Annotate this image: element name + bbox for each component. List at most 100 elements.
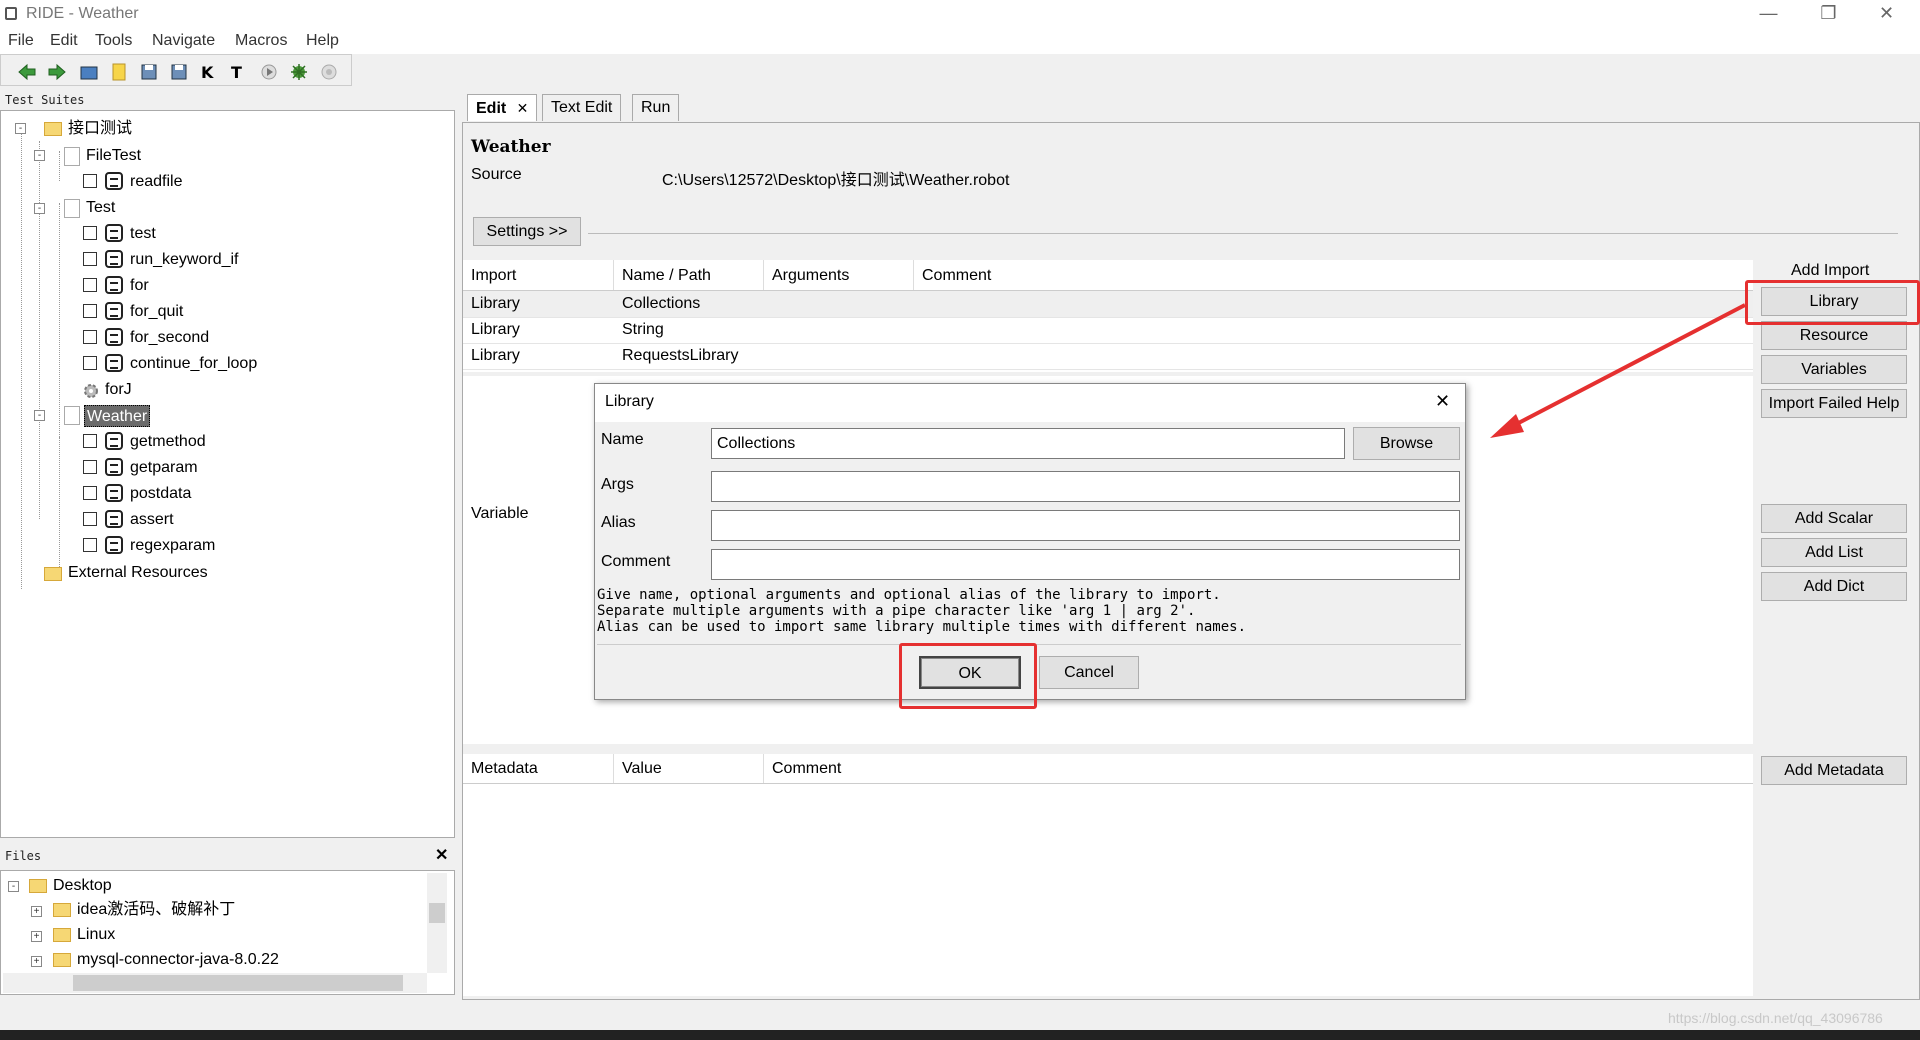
args-input[interactable]: [711, 471, 1460, 502]
test-checkbox[interactable]: [83, 226, 97, 240]
menu-tools[interactable]: Tools: [95, 32, 132, 50]
test-checkbox[interactable]: [83, 460, 97, 474]
collapse-toggle[interactable]: -: [34, 410, 45, 421]
keyword-forj[interactable]: forJ: [105, 379, 132, 401]
import-type[interactable]: Library: [471, 347, 520, 365]
save-all-icon[interactable]: [169, 62, 189, 82]
test-getparam[interactable]: getparam: [130, 457, 198, 479]
add-metadata-button[interactable]: Add Metadata: [1761, 756, 1907, 785]
import-name[interactable]: RequestsLibrary: [622, 347, 739, 365]
collapse-toggle[interactable]: -: [34, 150, 45, 161]
test-checkbox[interactable]: [83, 304, 97, 318]
tree-root-suite[interactable]: 接口测试: [68, 118, 132, 140]
test-test[interactable]: test: [130, 223, 156, 245]
browse-button[interactable]: Browse: [1353, 427, 1460, 460]
keyword-search-icon[interactable]: K: [199, 62, 219, 82]
alias-input[interactable]: [711, 510, 1460, 541]
test-checkbox[interactable]: [83, 278, 97, 292]
test-assert[interactable]: assert: [130, 509, 174, 531]
add-scalar-button[interactable]: Add Scalar: [1761, 504, 1907, 533]
file-item-mysql[interactable]: mysql-connector-java-8.0.22: [77, 949, 279, 971]
field-label-name: Name: [601, 431, 644, 448]
add-dict-button[interactable]: Add Dict: [1761, 572, 1907, 601]
menu-navigate[interactable]: Navigate: [152, 32, 215, 50]
collapse-toggle[interactable]: -: [34, 203, 45, 214]
file-item-idea[interactable]: idea激活码、破解补丁: [77, 899, 235, 921]
external-resources[interactable]: External Resources: [68, 562, 208, 584]
test-for-quit[interactable]: for_quit: [130, 301, 183, 323]
test-for[interactable]: for: [130, 275, 149, 297]
suite-test[interactable]: Test: [86, 197, 115, 219]
menu-macros[interactable]: Macros: [235, 32, 287, 50]
metadata-header-value: Value: [622, 760, 662, 777]
folder-icon: [53, 928, 71, 942]
vertical-scrollbar[interactable]: [427, 873, 447, 973]
import-failed-help-button[interactable]: Import Failed Help: [1761, 389, 1907, 418]
suite-weather-selected[interactable]: Weather: [84, 405, 151, 427]
test-for-second[interactable]: for_second: [130, 327, 209, 349]
comment-input[interactable]: [711, 549, 1460, 580]
tab-run[interactable]: Run: [632, 94, 680, 121]
test-readfile[interactable]: readfile: [130, 171, 182, 193]
horizontal-scrollbar[interactable]: [3, 973, 427, 993]
open-folder-icon[interactable]: [79, 62, 99, 82]
test-suites-tree: - 接口测试 - FileTest readfile - Test test r…: [0, 110, 455, 838]
test-checkbox[interactable]: [83, 330, 97, 344]
import-type[interactable]: Library: [471, 295, 520, 313]
resource-button[interactable]: Resource: [1761, 321, 1907, 350]
collapse-toggle[interactable]: -: [15, 123, 26, 134]
test-checkbox[interactable]: [83, 512, 97, 526]
expand-toggle[interactable]: +: [31, 906, 42, 917]
test-case-icon: [105, 432, 123, 450]
file-item-desktop[interactable]: Desktop: [53, 875, 112, 897]
expand-toggle[interactable]: +: [31, 931, 42, 942]
tab-text-edit[interactable]: Text Edit: [542, 94, 622, 121]
forward-arrow-icon[interactable]: [47, 62, 67, 82]
library-name-input[interactable]: Collections: [711, 428, 1345, 459]
save-icon[interactable]: [139, 62, 159, 82]
test-checkbox[interactable]: [83, 356, 97, 370]
close-window-button[interactable]: ✕: [1858, 0, 1915, 29]
restore-button[interactable]: ❐: [1800, 0, 1857, 29]
cancel-button[interactable]: Cancel: [1039, 656, 1139, 689]
test-postdata[interactable]: postdata: [130, 483, 191, 505]
test-regexparam[interactable]: regexparam: [130, 535, 215, 557]
menu-edit[interactable]: Edit: [50, 32, 78, 50]
back-arrow-icon[interactable]: [17, 62, 37, 82]
test-checkbox[interactable]: [83, 486, 97, 500]
tab-edit[interactable]: Edit ✕: [467, 94, 538, 121]
test-checkbox[interactable]: [83, 434, 97, 448]
menu-file[interactable]: File: [8, 32, 34, 50]
add-list-button[interactable]: Add List: [1761, 538, 1907, 567]
close-files-panel-icon[interactable]: ✕: [435, 845, 448, 865]
test-case-icon: [105, 276, 123, 294]
test-checkbox[interactable]: [83, 252, 97, 266]
file-item-linux[interactable]: Linux: [77, 924, 115, 946]
file-icon: [64, 406, 80, 425]
test-checkbox[interactable]: [83, 174, 97, 188]
test-run-keyword-if[interactable]: run_keyword_if: [130, 249, 239, 271]
expand-toggle[interactable]: +: [31, 956, 42, 967]
collapse-toggle[interactable]: -: [8, 881, 19, 892]
window-title: RIDE - Weather: [26, 5, 139, 22]
test-continue-for-loop[interactable]: continue_for_loop: [130, 353, 257, 375]
external-resources-icon: [44, 567, 62, 581]
close-tab-icon[interactable]: ✕: [517, 100, 529, 116]
import-name[interactable]: String: [622, 321, 664, 339]
bug-icon[interactable]: [289, 62, 309, 82]
test-getmethod[interactable]: getmethod: [130, 431, 206, 453]
dialog-close-icon[interactable]: ✕: [1435, 391, 1450, 412]
stop-icon[interactable]: [319, 62, 339, 82]
play-icon[interactable]: [259, 62, 279, 82]
settings-button[interactable]: Settings >>: [473, 217, 581, 246]
field-label-alias: Alias: [601, 514, 636, 531]
suite-filetest[interactable]: FileTest: [86, 145, 141, 167]
import-name[interactable]: Collections: [622, 295, 700, 313]
import-type[interactable]: Library: [471, 321, 520, 339]
minimize-button[interactable]: —: [1740, 0, 1797, 29]
variables-button[interactable]: Variables: [1761, 355, 1907, 384]
menu-help[interactable]: Help: [306, 32, 339, 50]
test-search-icon[interactable]: T: [229, 62, 249, 82]
new-file-icon[interactable]: [109, 62, 129, 82]
test-checkbox[interactable]: [83, 538, 97, 552]
